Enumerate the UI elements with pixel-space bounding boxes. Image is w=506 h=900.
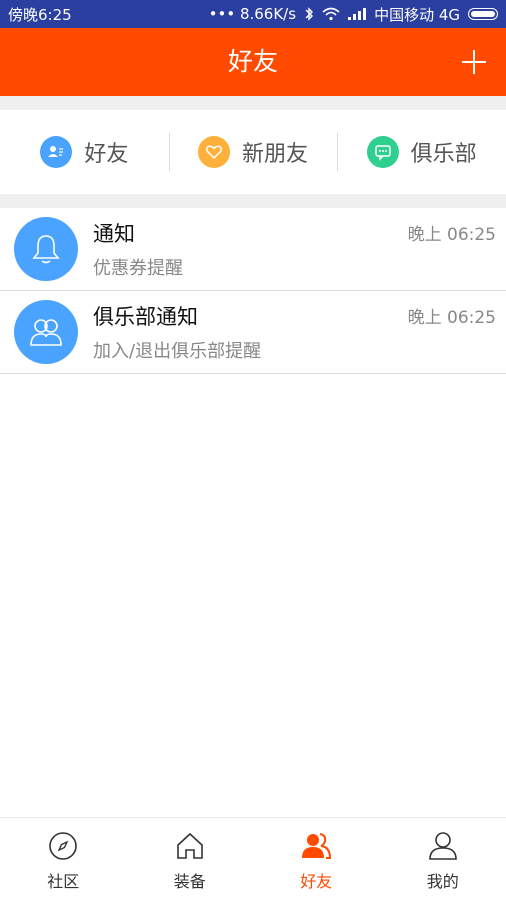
tab-label: 我的 [426,872,459,891]
shortcut-friends[interactable]: 好友 [0,110,169,194]
page-title: 好友 [227,47,278,76]
status-bar: 傍晚6:25 ••• 8.66K/s 中国移动 4G [0,0,506,28]
list-item-notification[interactable]: 通知 优惠券提醒 晚上 06:25 [0,208,506,291]
shortcut-label: 新朋友 [242,142,309,167]
bluetooth-icon [305,7,314,21]
tab-label: 好友 [300,872,333,891]
heart-icon [198,136,230,168]
chat-bubble-icon [366,136,399,168]
item-time: 晚上 06:25 [407,225,496,245]
tab-label: 装备 [173,872,206,891]
tab-me[interactable]: 我的 [380,818,506,900]
tab-friends[interactable]: 好友 [253,818,380,900]
wifi-icon [322,7,340,21]
item-time: 晚上 06:25 [407,308,496,328]
shortcut-bar: 好友 新朋友 俱乐部 [0,110,506,194]
signal-icon [348,8,367,20]
network-speed: ••• 8.66K/s [208,5,297,23]
shortcut-new-friends[interactable]: 新朋友 [168,110,338,194]
group-icon [14,300,78,364]
list-item-club-notification[interactable]: 俱乐部通知 加入/退出俱乐部提醒 晚上 06:25 [0,291,506,374]
battery-icon [468,8,498,20]
home-icon [176,832,203,859]
plus-icon[interactable] [462,50,486,74]
user-icon [428,832,457,860]
shortcut-label: 好友 [84,142,129,167]
friends-icon [302,833,332,859]
bottom-tab-bar: 社区 装备 好友 我的 [0,817,506,900]
divider [0,96,506,110]
item-title: 俱乐部通知 [93,305,198,329]
divider [0,194,506,208]
shortcut-club[interactable]: 俱乐部 [337,110,506,194]
message-list: 通知 优惠券提醒 晚上 06:25 俱乐部通知 加入/退出俱乐部提醒 晚上 06… [0,208,506,374]
app-header: 好友 [0,28,506,96]
contact-card-icon [40,136,73,168]
item-subtitle: 加入/退出俱乐部提醒 [93,341,262,362]
bell-icon [14,217,78,281]
tab-equipment[interactable]: 装备 [127,818,254,900]
item-subtitle: 优惠券提醒 [93,258,183,279]
tab-label: 社区 [47,872,80,891]
shortcut-label: 俱乐部 [410,142,477,167]
status-time: 傍晚6:25 [8,5,72,24]
tab-community[interactable]: 社区 [0,818,127,900]
item-title: 通知 [93,222,135,246]
status-right: ••• 8.66K/s 中国移动 4G [209,4,498,25]
carrier-label: 中国移动 4G [374,5,460,24]
compass-icon [49,832,78,860]
